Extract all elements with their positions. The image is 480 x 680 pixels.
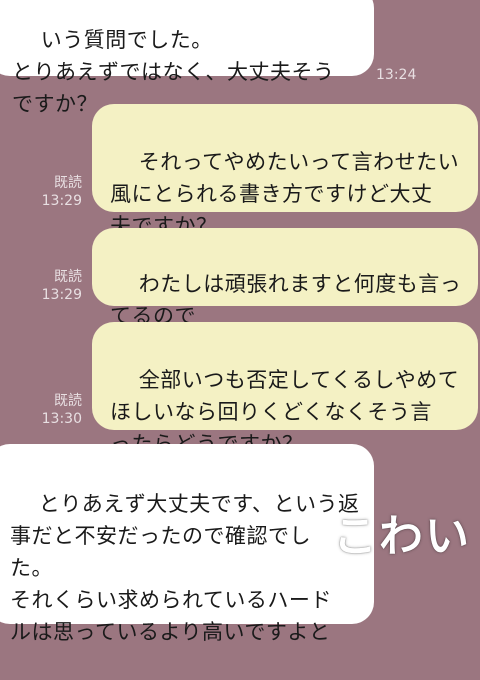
outgoing-message-bubble[interactable]: それってやめたいって言わせたい 風にとられる書き方ですけど大丈 夫ですか？ bbox=[92, 104, 478, 238]
message-time: 13:24 bbox=[376, 67, 417, 83]
message-meta: 既読 13:29 bbox=[30, 174, 82, 210]
overlay-caption: こわい bbox=[333, 511, 471, 562]
message-text: それってやめたいって言わせたい 風にとられる書き方ですけど大丈 夫ですか？ bbox=[110, 150, 460, 238]
read-receipt: 既読 bbox=[54, 393, 82, 409]
message-text: とりあえず大丈夫です、という返 事だと不安だったので確認でし た。 それくらい求… bbox=[10, 492, 360, 644]
message-text: わたしは頑張れますと何度も言っ てるので bbox=[110, 272, 462, 328]
read-receipt: 既読 bbox=[54, 269, 82, 285]
message-time: 13:30 bbox=[41, 411, 82, 427]
incoming-message-bubble[interactable]: いう質問でした。 とりあえずではなく、大丈夫そう ですか？ bbox=[0, 0, 374, 116]
message-time: 13:29 bbox=[41, 193, 82, 209]
message-meta: 既読 13:30 bbox=[30, 392, 82, 428]
incoming-message-bubble[interactable]: とりあえず大丈夫です、という返 事だと不安だったので確認でし た。 それくらい求… bbox=[0, 444, 374, 644]
message-text: いう質問でした。 とりあえずではなく、大丈夫そう ですか？ bbox=[12, 28, 335, 116]
outgoing-message-bubble[interactable]: わたしは頑張れますと何度も言っ てるので bbox=[92, 228, 478, 328]
outgoing-message-bubble[interactable]: 全部いつも否定してくるしやめて ほしいなら回りくどくなくそう言 ったらどうですか… bbox=[92, 322, 478, 456]
message-meta: 既読 13:29 bbox=[30, 268, 82, 304]
message-meta: 13:24 bbox=[376, 66, 426, 84]
message-text: 全部いつも否定してくるしやめて ほしいなら回りくどくなくそう言 ったらどうですか… bbox=[110, 368, 460, 456]
message-time: 13:29 bbox=[41, 287, 82, 303]
chat-thread[interactable]: いう質問でした。 とりあえずではなく、大丈夫そう ですか？ 13:24 既読 1… bbox=[0, 0, 480, 644]
read-receipt: 既読 bbox=[54, 175, 82, 191]
